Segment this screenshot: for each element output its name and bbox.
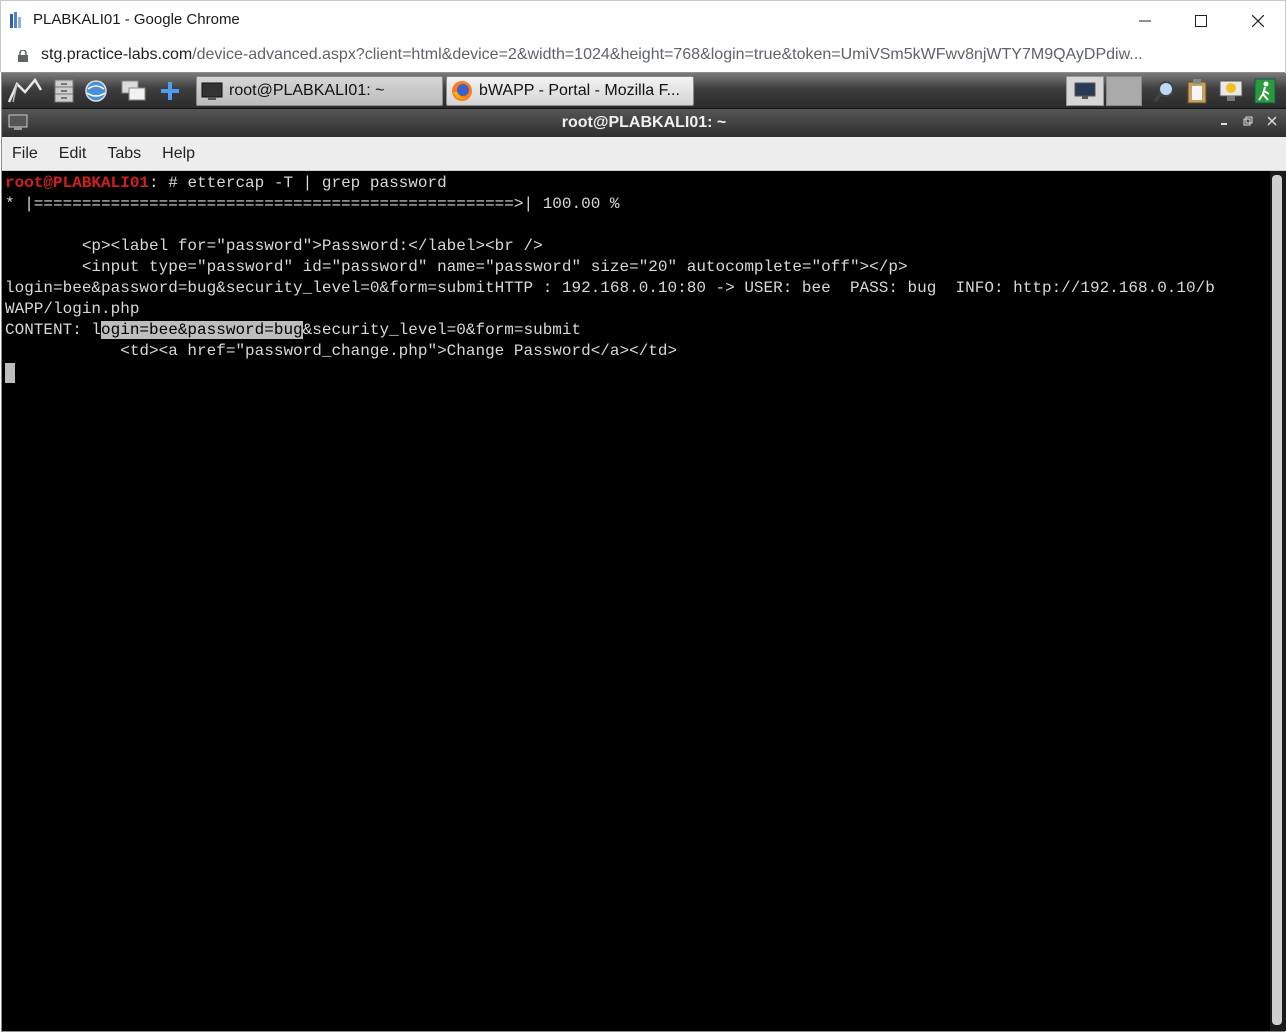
menu-file[interactable]: File [12,145,38,163]
search-button[interactable] [1148,76,1182,106]
terminal-scrollbar[interactable] [1270,171,1286,1031]
prompt-user: root@PLABKALI01 [5,174,150,192]
terminal-line: <td><a href="password_change.php">Change… [5,342,678,360]
terminal-line-content: CONTENT: login=bee&password=bug&security… [5,320,581,341]
terminal-line: login=bee&password=bug&security_level=0&… [5,279,1215,297]
workspace-2[interactable] [1106,76,1142,106]
terminal-output[interactable]: root@PLABKALI01: # ettercap -T | grep pa… [2,171,1270,1031]
terminal-menubar: File Edit Tabs Help [2,137,1286,171]
url-text[interactable]: stg.practice-labs.com/device-advanced.as… [41,46,1143,64]
maximize-icon [1195,15,1207,27]
firefox-icon [451,80,473,102]
selected-text[interactable]: ogin=bee&password=bug [101,321,303,339]
taskbar-item-terminal[interactable]: root@PLABKALI01: ~ [196,76,443,106]
menu-help[interactable]: Help [162,145,195,163]
minimize-icon [1139,20,1151,22]
minimize-icon [1221,123,1227,125]
url-path: /device-advanced.aspx?client=html&device… [192,46,1143,63]
taskbar-item-label: bWAPP - Portal - Mozilla F... [479,82,680,99]
workspace-1[interactable] [1066,76,1104,106]
practice-labs-icon [10,12,21,28]
kali-dragon-icon [7,78,43,103]
terminal-cursor [5,363,15,383]
content-suffix: &security_level=0&form=submit [302,321,582,339]
url-host: stg.practice-labs.com [41,46,193,63]
prompt-command: : # ettercap -T | grep password [149,174,447,192]
logout-button[interactable] [1248,76,1282,106]
close-icon [1252,15,1264,27]
remote-desktop[interactable]: root@PLABKALI01: ~ bWAPP - Portal - Mozi… [1,72,1286,1032]
terminal-maximize-button[interactable] [1238,109,1258,137]
terminal-line: <input type="password" id="password" nam… [5,258,908,276]
terminal-close-button[interactable] [1262,109,1282,137]
lock-icon [18,50,28,62]
minimize-button[interactable] [1117,1,1173,41]
terminal-minimize-button[interactable] [1214,109,1234,137]
terminal-line: * |=====================================… [5,195,620,213]
cabinet-icon [54,79,74,103]
clipboard-icon [1187,79,1207,104]
menu-tabs[interactable]: Tabs [107,145,141,163]
show-desktop-launcher[interactable] [118,76,150,106]
monitor-icon [1074,82,1096,99]
globe-icon [85,80,107,102]
content-prefix: CONTENT: l [5,321,102,339]
clipboard-button[interactable] [1180,76,1214,106]
taskbar-item-firefox[interactable]: bWAPP - Portal - Mozilla F... [446,76,694,106]
browser-launcher[interactable] [80,76,112,106]
plus-icon [161,82,179,100]
exit-icon [1254,78,1276,104]
windows-icon [121,80,146,101]
terminal-line: WAPP/login.php [5,300,140,318]
add-launcher-button[interactable] [154,76,186,106]
restore-icon [1243,116,1253,126]
search-icon [1153,81,1174,102]
info-monitor-icon [1219,80,1243,101]
close-icon [1267,116,1277,126]
terminal-window-icon [8,114,28,130]
chrome-title-bar: PLABKALI01 - Google Chrome [0,0,1286,40]
terminal-line-prompt: root@PLABKALI01: # ettercap -T | grep pa… [5,173,447,194]
menu-edit[interactable]: Edit [59,145,87,163]
address-bar[interactable]: stg.practice-labs.com/device-advanced.as… [0,40,1286,72]
maximize-button[interactable] [1173,1,1229,41]
close-button[interactable] [1230,1,1286,41]
terminal-title: root@PLABKALI01: ~ [561,114,727,131]
window-title: PLABKALI01 - Google Chrome [33,11,240,28]
taskbar-item-label: root@PLABKALI01: ~ [229,82,385,99]
notification-button[interactable] [1214,76,1248,106]
scrollbar-thumb[interactable] [1272,175,1282,1025]
file-manager-launcher[interactable] [48,76,80,106]
terminal-line: <p><label for="password">Password:</labe… [5,237,543,255]
kali-menu-button[interactable] [6,76,44,106]
terminal-icon [201,80,223,102]
top-panel: root@PLABKALI01: ~ bWAPP - Portal - Mozi… [2,73,1286,109]
terminal-title-bar: root@PLABKALI01: ~ [2,109,1286,137]
